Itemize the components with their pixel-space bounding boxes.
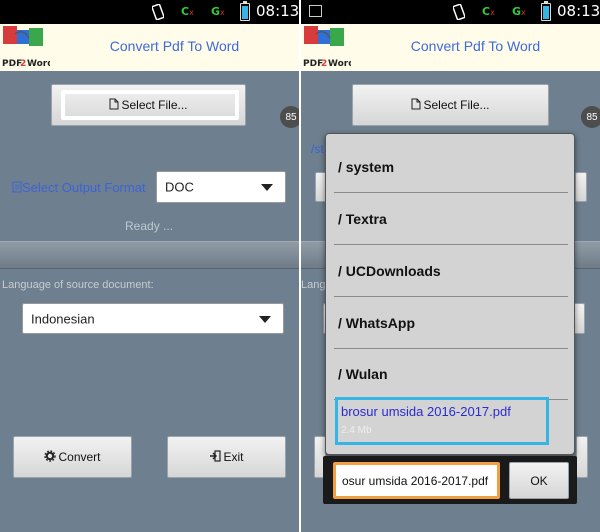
app-title: Convert Pdf To Word (109, 38, 240, 54)
select-output-format-label: Select Output Format (22, 180, 146, 195)
folder-item-ucdownloads[interactable]: / UCDownloads (334, 245, 568, 297)
convert-button[interactable]: Convert (13, 436, 132, 478)
svg-text:2: 2 (321, 59, 327, 69)
screen-file-dialog: Cx Gx 08:13 PDF 2 Word Convert Pdf To Wo… (301, 0, 600, 532)
folder-item-wulan[interactable]: / Wulan (334, 348, 568, 400)
status-text: Ready ... (125, 219, 174, 233)
select-output-format-link[interactable]: Select Output Format (12, 180, 146, 195)
chevron-down-icon (259, 315, 271, 323)
language-value: Indonesian (31, 311, 95, 326)
filename-input[interactable]: osur umsida 2016-2017.pdf (333, 462, 500, 499)
language-label-fragment: Lang (301, 279, 326, 291)
status-time: 08:13 (256, 2, 299, 20)
progress-badge: 85 (581, 106, 600, 128)
progress-bar (571, 241, 600, 269)
phone-rotate-icon (453, 4, 465, 20)
progress-badge: 85 (280, 106, 299, 128)
document-icon (12, 181, 22, 193)
signal-g-icon: Gx (512, 5, 526, 18)
file-item-selected[interactable]: brosur umsida 2016-2017.pdf 2.4 Mb (335, 397, 549, 445)
file-chooser-dialog: / system / Textra / UCDownloads / WhatsA… (325, 133, 575, 455)
output-format-select[interactable]: DOC (156, 171, 286, 203)
exit-button[interactable]: Exit (167, 436, 286, 478)
output-format-value: DOC (165, 179, 194, 195)
select-file-label: Select File... (423, 98, 490, 112)
folder-item-textra[interactable]: / Textra (334, 193, 568, 245)
signal-c-icon: Cx (181, 5, 194, 18)
status-bar: Cx Gx 08:13 (301, 0, 600, 24)
ok-button[interactable]: OK (509, 462, 569, 499)
folder-item-system[interactable]: / system (334, 141, 568, 193)
language-label: Language of source document: (2, 279, 154, 291)
ok-label: OK (530, 473, 548, 488)
background-control-edge (575, 172, 587, 202)
app-logo-icon: PDF 2 Word (2, 26, 50, 69)
status-time: 08:13 (557, 2, 600, 20)
app-title-bar: PDF 2 Word Convert Pdf To Word (301, 24, 600, 71)
select-file-focus-ring (61, 90, 239, 120)
battery-icon (541, 1, 551, 21)
language-select[interactable]: Indonesian (22, 303, 284, 334)
exit-icon (209, 449, 222, 465)
file-item-name: brosur umsida 2016-2017.pdf (341, 404, 511, 419)
folder-item-whatsapp[interactable]: / WhatsApp (334, 297, 568, 349)
app-title: Convert Pdf To Word (410, 38, 541, 54)
path-fragment: /st (311, 142, 324, 156)
file-icon (411, 98, 421, 113)
progress-bar (0, 241, 299, 269)
app-title-bar: PDF 2 Word Convert Pdf To Word (0, 24, 299, 71)
exit-label: Exit (223, 450, 244, 464)
svg-text:Word: Word (328, 59, 351, 69)
select-file-button[interactable]: Select File... (352, 84, 549, 126)
background-control-edge (576, 436, 588, 478)
status-bar: Cx Gx 08:13 (0, 0, 299, 24)
chevron-down-icon (261, 184, 273, 191)
convert-label: Convert (58, 450, 101, 464)
signal-c-icon: Cx (482, 5, 495, 18)
picture-notification-icon (309, 5, 322, 17)
battery-icon (240, 1, 250, 21)
svg-text:2: 2 (20, 59, 26, 69)
phone-rotate-icon (152, 4, 164, 20)
gear-icon (44, 449, 57, 465)
file-item-size: 2.4 Mb (341, 425, 372, 436)
screen-main: Cx Gx 08:13 PDF 2 Word Convert Pdf To Wo… (0, 0, 299, 532)
app-logo-icon: PDF 2 Word (303, 26, 351, 69)
svg-text:Word: Word (27, 59, 50, 69)
signal-g-icon: Gx (211, 5, 225, 18)
